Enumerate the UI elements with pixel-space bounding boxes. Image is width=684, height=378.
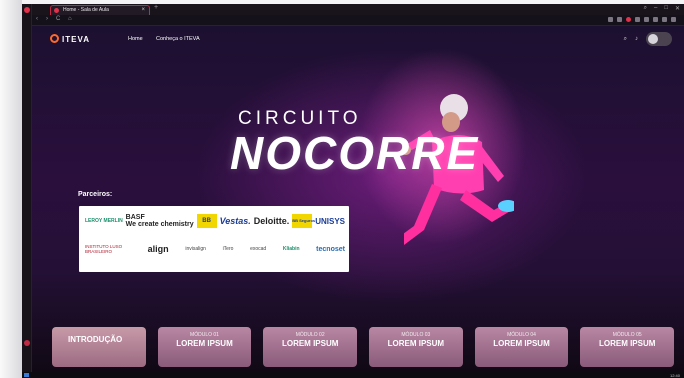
partner-logo: Kliabin xyxy=(282,246,300,252)
module-title: LOREM IPSUM xyxy=(281,339,339,348)
module-title: LOREM IPSUM xyxy=(176,339,233,348)
partner-logo: invisalign xyxy=(185,246,206,252)
maximize-icon[interactable]: □ xyxy=(664,5,668,12)
home-icon[interactable]: ⌂ xyxy=(68,16,72,22)
modules-carousel: INTRODUÇÃO MÓDULO 01 LOREM IPSUM MÓDULO … xyxy=(52,327,675,367)
module-number: MÓDULO 02 xyxy=(295,332,325,338)
logo-icon xyxy=(50,34,59,43)
partner-logo: exocad xyxy=(250,246,267,252)
browser-window: Home - Sala de Aula × + ⌕ – □ ✕ ‹ › C ⌂ xyxy=(22,4,684,378)
record-icon[interactable] xyxy=(626,17,631,22)
windows-start-icon[interactable] xyxy=(24,373,29,377)
settings-icon[interactable] xyxy=(671,17,676,22)
module-card[interactable]: MÓDULO 03 LOREM IPSUM xyxy=(369,327,463,367)
hero-title: NOCORRE xyxy=(230,127,480,179)
module-title: LOREM IPSUM xyxy=(598,339,656,348)
search-icon[interactable]: ⌕ xyxy=(624,36,627,43)
web-page: ITEVA Home Conheça o ITEVA ⌕ ♪ CIRCUITO … xyxy=(32,26,684,372)
browser-tab[interactable]: Home - Sala de Aula × xyxy=(50,5,150,15)
partner-logo: iTero xyxy=(222,246,234,252)
partners-row-2: INSTITUTO LUSO BRASILEIRO align invisali… xyxy=(85,244,345,254)
new-tab-button[interactable]: + xyxy=(154,4,158,11)
extension-icon[interactable] xyxy=(608,17,613,22)
shield-icon[interactable] xyxy=(644,17,649,22)
module-title: LOREM IPSUM xyxy=(493,339,550,348)
extensions-area xyxy=(608,17,676,22)
favicon-icon xyxy=(54,8,59,13)
forward-icon[interactable]: › xyxy=(46,16,48,22)
partner-logo: tecnoset xyxy=(316,245,345,253)
sidebar-extension-icon[interactable] xyxy=(24,340,30,346)
partner-logo: LEROY MERLIN xyxy=(85,218,123,224)
nav-about[interactable]: Conheça o ITEVA xyxy=(156,36,200,42)
partner-logo: UNISYS xyxy=(315,216,345,226)
browser-logo-icon[interactable] xyxy=(24,7,30,13)
theme-toggle[interactable] xyxy=(646,32,672,46)
camera-icon[interactable] xyxy=(617,17,622,22)
minimize-icon[interactable]: – xyxy=(654,5,657,12)
play-icon[interactable] xyxy=(635,17,640,22)
browser-sidebar xyxy=(22,4,32,378)
site-logo[interactable]: ITEVA xyxy=(50,34,90,44)
download-icon[interactable] xyxy=(662,17,667,22)
tab-bar: Home - Sala de Aula × + ⌕ – □ ✕ xyxy=(32,4,684,15)
module-card[interactable]: MÓDULO 04 LOREM IPSUM xyxy=(474,327,569,367)
module-card[interactable]: MÓDULO 02 LOREM IPSUM xyxy=(263,327,358,367)
module-number: MÓDULO 01 xyxy=(190,332,219,338)
module-card[interactable]: MÓDULO 05 LOREM IPSUM xyxy=(580,327,675,367)
partner-logo: BASF We create chemistry xyxy=(125,214,194,228)
partner-logo: Vestas. xyxy=(219,216,251,226)
module-card[interactable]: MÓDULO 01 LOREM IPSUM xyxy=(157,327,252,367)
menu-icon[interactable] xyxy=(653,17,658,22)
module-title: LOREM IPSUM xyxy=(387,339,445,348)
search-tabs-icon[interactable]: ⌕ xyxy=(644,5,647,12)
module-number: MÓDULO 03 xyxy=(401,332,431,338)
desktop-backdrop xyxy=(0,0,22,378)
nav-home[interactable]: Home xyxy=(128,36,143,42)
partner-logo: Deloitte. xyxy=(253,216,290,226)
back-icon[interactable]: ‹ xyxy=(36,16,38,22)
partner-logo: INSTITUTO LUSO BRASILEIRO xyxy=(85,244,123,254)
module-number: MÓDULO 04 xyxy=(507,332,536,338)
partner-logo: BB Seguros xyxy=(292,214,315,228)
module-number: MÓDULO 05 xyxy=(612,332,642,338)
header-actions: ⌕ ♪ xyxy=(624,32,672,46)
tab-title: Home - Sala de Aula xyxy=(63,7,109,13)
window-controls: ⌕ – □ ✕ xyxy=(644,5,680,12)
site-header: ITEVA Home Conheça o ITEVA ⌕ ♪ xyxy=(32,26,684,52)
close-tab-icon[interactable]: × xyxy=(141,6,145,15)
module-card-intro[interactable]: INTRODUÇÃO xyxy=(52,327,146,367)
partner-logo: BB xyxy=(196,214,217,228)
close-window-icon[interactable]: ✕ xyxy=(675,5,680,12)
os-taskbar: 12:40 xyxy=(22,372,684,378)
partner-logo: align xyxy=(147,244,169,254)
partners-logos: LEROY MERLIN BASF We create chemistry BB … xyxy=(79,206,349,272)
partners-row-1: LEROY MERLIN BASF We create chemistry BB … xyxy=(85,214,345,228)
partners-label: Parceiros: xyxy=(78,191,113,198)
bell-icon[interactable]: ♪ xyxy=(635,36,638,42)
taskbar-clock: 12:40 xyxy=(669,373,680,378)
reload-icon[interactable]: C xyxy=(56,16,60,22)
address-bar: ‹ › C ⌂ xyxy=(32,15,684,26)
module-title: INTRODUÇÃO xyxy=(68,335,123,344)
